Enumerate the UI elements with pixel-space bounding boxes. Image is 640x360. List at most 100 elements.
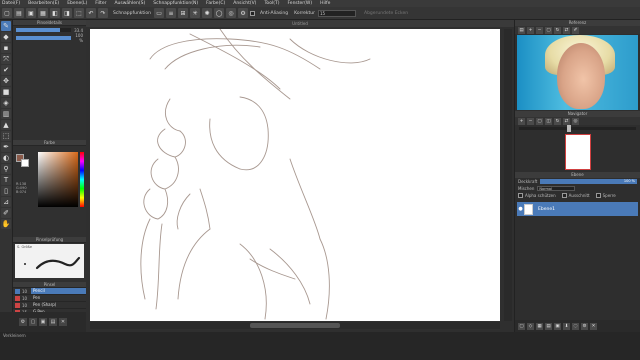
menu-color[interactable]: Farbe(C) [206, 1, 225, 6]
antialias-label: Anti-Aliasing [260, 10, 289, 16]
menu-select[interactable]: Auswählen(S) [114, 1, 145, 6]
copy-brush-icon[interactable]: ▣ [39, 318, 47, 326]
merge-layer-icon[interactable]: ⬇ [563, 322, 570, 330]
snap-curve-icon[interactable]: ◎ [226, 8, 237, 18]
snap-off-icon[interactable]: ▭ [154, 8, 165, 18]
size-checkbox-label[interactable]: S. Größe [17, 245, 32, 249]
eyedropper-tool-icon[interactable]: ⚲ [1, 164, 11, 174]
brush-opacity-slider[interactable]: 100 % [13, 33, 86, 43]
redo-icon[interactable]: ↷ [98, 8, 108, 18]
text-tool-icon[interactable]: T [1, 175, 11, 185]
background-color-swatch[interactable] [21, 159, 29, 167]
menu-edit[interactable]: Bearbeiten(E) [28, 1, 59, 6]
rect-tool-icon[interactable]: ■ [1, 87, 11, 97]
nav-reset-icon[interactable]: ◎ [572, 117, 579, 125]
flip-icon[interactable]: ◨ [62, 8, 72, 18]
menu-help[interactable]: Hilfe [320, 1, 330, 6]
reference-zoom-in-icon[interactable]: + [527, 26, 534, 34]
brush-item-pencil[interactable]: 10 Pencil [13, 288, 86, 295]
save-icon[interactable]: ▣ [26, 8, 36, 18]
new-halftone-layer-icon[interactable]: ▦ [536, 322, 543, 330]
layer-opacity-slider[interactable]: 100 % [540, 179, 637, 184]
reference-pick-icon[interactable]: ✐ [572, 26, 579, 34]
open-icon[interactable]: ▤ [14, 8, 24, 18]
reference-rotate-icon[interactable]: ↻ [554, 26, 561, 34]
snap-parallel-icon[interactable]: ≡ [166, 8, 177, 18]
vertical-scrollbar[interactable] [504, 29, 512, 321]
add-brush-icon[interactable]: ▢ [29, 318, 37, 326]
dot-tool-icon[interactable]: ▪ [1, 43, 11, 53]
snap-vanish-icon[interactable]: ✳ [190, 8, 201, 18]
reference-open-icon[interactable]: ▤ [518, 26, 525, 34]
reference-zoom-out-icon[interactable]: − [536, 26, 543, 34]
picker-tool-icon[interactable]: ⊿ [1, 197, 11, 207]
snap-cross-icon[interactable]: ⊞ [178, 8, 189, 18]
fill-tool-icon[interactable]: ◈ [1, 98, 11, 108]
nav-zoom-out-icon[interactable]: − [527, 117, 534, 125]
sketch-drawing [140, 29, 371, 320]
new-icon[interactable]: ▢ [2, 8, 12, 18]
lock-checkbox[interactable] [595, 193, 601, 198]
nav-flip-icon[interactable]: ⇄ [563, 117, 570, 125]
layer-icon[interactable]: ◧ [50, 8, 60, 18]
delete-brush-icon[interactable]: ✕ [59, 318, 67, 326]
pen-tool-icon[interactable]: ✒ [1, 142, 11, 152]
spuit-tool-icon[interactable]: ✐ [1, 208, 11, 218]
shape-tool-icon[interactable]: ▲ [1, 120, 11, 130]
gradient-tool-icon[interactable]: ▥ [1, 109, 11, 119]
drawing-canvas[interactable] [90, 29, 500, 321]
menu-snap[interactable]: Schnappfunktion(N) [153, 1, 198, 6]
blur-tool-icon[interactable]: ◐ [1, 153, 11, 163]
horizontal-scrollbar[interactable] [90, 322, 500, 329]
move-tool-icon[interactable]: ✥ [1, 76, 11, 86]
undo-icon[interactable]: ↶ [86, 8, 96, 18]
eye-icon[interactable]: ● [517, 206, 524, 212]
brush-tool-icon[interactable]: ✎ [1, 21, 11, 31]
gear-icon[interactable]: ⚙ [19, 318, 27, 326]
delete-layer-icon[interactable]: ✕ [590, 322, 597, 330]
clear-layer-icon[interactable]: ◌ [572, 322, 579, 330]
eraser-tool-icon[interactable]: ◆ [1, 32, 11, 42]
reference-flip-icon[interactable]: ⇄ [563, 26, 570, 34]
navigator-zoom-slider[interactable] [515, 125, 640, 132]
horizontal-scroll-thumb[interactable] [250, 323, 340, 328]
reference-fit-icon[interactable]: ▢ [545, 26, 552, 34]
menu-view[interactable]: Ansicht(V) [233, 1, 256, 6]
copy-layer-icon[interactable]: ▣ [554, 322, 561, 330]
new-vector-layer-icon[interactable]: ◇ [527, 322, 534, 330]
nav-rotate-icon[interactable]: ↻ [554, 117, 561, 125]
folder-icon[interactable]: ▤ [49, 318, 57, 326]
select-rect-tool-icon[interactable]: ⬚ [1, 131, 11, 141]
brush-item-pen-sharp[interactable]: 10 Pen (Sharp) [13, 302, 86, 309]
menu-file[interactable]: Datei(F) [2, 1, 20, 6]
layer-blend-select[interactable]: Normal [537, 186, 576, 191]
hue-slider[interactable] [80, 152, 84, 207]
menu-tool[interactable]: Tool(T) [264, 1, 279, 6]
layer-item[interactable]: ● Ebene1 [517, 202, 638, 216]
hand-tool-icon[interactable]: ✋ [1, 219, 11, 229]
correction-select[interactable]: 15 [318, 9, 356, 17]
snap-radial-icon[interactable]: ✺ [202, 8, 213, 18]
alpha-lock-checkbox[interactable] [518, 193, 523, 198]
new-folder-icon[interactable]: ▤ [545, 322, 552, 330]
snap-circle-icon[interactable]: ◯ [214, 8, 225, 18]
menu-layer[interactable]: Ebene(L) [67, 1, 87, 6]
nav-actual-icon[interactable]: ◫ [545, 117, 552, 125]
new-layer-icon[interactable]: ▢ [518, 322, 525, 330]
nav-fit-icon[interactable]: ▢ [536, 117, 543, 125]
antialias-checkbox[interactable] [250, 10, 256, 16]
check-tool-icon[interactable]: ✔ [1, 65, 11, 75]
brush-item-pen[interactable]: 10 Pen [13, 295, 86, 302]
clipping-checkbox[interactable] [561, 193, 567, 198]
snap-settings-icon[interactable]: ⚙ [238, 8, 249, 18]
lasso-tool-icon[interactable]: ⤧ [1, 54, 11, 64]
grid-icon[interactable]: ▦ [38, 8, 48, 18]
nav-zoom-in-icon[interactable]: + [518, 117, 525, 125]
divide-tool-icon[interactable]: ▯ [1, 186, 11, 196]
saturation-value-picker[interactable] [38, 152, 78, 207]
menu-filter[interactable]: Filter [95, 1, 106, 6]
navigator-thumbnail[interactable] [564, 134, 591, 170]
select-icon[interactable]: ⬚ [74, 8, 84, 18]
menu-window[interactable]: Fenster(W) [287, 1, 312, 6]
layer-settings-icon[interactable]: ⚙ [581, 322, 588, 330]
